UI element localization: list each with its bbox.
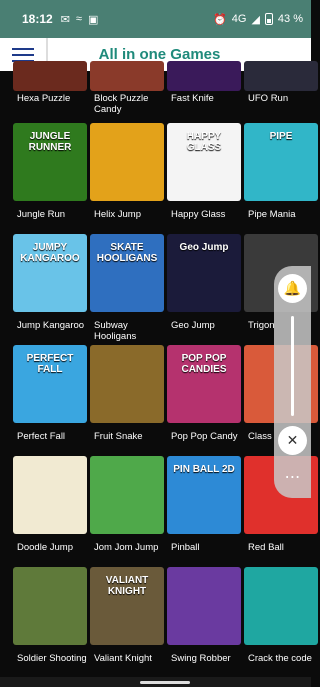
game-label[interactable]: Perfect Fall (17, 431, 93, 442)
status-right: ⏰ 4G ◢ 43 % (213, 13, 303, 26)
message-icon: ✉ (60, 13, 70, 26)
floating-panel: 🔔 ✕ ⋯ (274, 266, 311, 498)
game-art-text: PIN BALL 2D (173, 464, 235, 475)
game-label[interactable]: Jump Kangaroo (17, 320, 93, 331)
game-tile[interactable]: VALIANT KNIGHT (90, 567, 164, 645)
game-tile[interactable] (244, 61, 318, 91)
game-tile[interactable] (90, 61, 164, 91)
game-tile[interactable] (13, 456, 87, 534)
alarm-icon: ⏰ (213, 13, 227, 26)
game-art-text: POP POP CANDIES (181, 353, 227, 375)
slider-track[interactable] (291, 316, 294, 416)
game-label[interactable]: Helix Jump (94, 209, 170, 220)
game-tile[interactable] (244, 567, 318, 645)
game-tile[interactable] (90, 123, 164, 201)
game-tile[interactable]: JUMPY KANGAROO (13, 234, 87, 312)
game-art-text: JUMPY KANGAROO (20, 242, 80, 264)
game-label[interactable]: UFO Run (248, 93, 320, 104)
signal-icon: ◢ (251, 13, 260, 26)
status-time: 18:12 (22, 12, 53, 26)
game-tile[interactable] (90, 345, 164, 423)
game-label[interactable]: Geo Jump (171, 320, 247, 331)
notification-icon: ▣ (87, 13, 99, 26)
game-label[interactable]: Fast Knife (171, 93, 247, 104)
game-art-text: SKATE HOOLIGANS (96, 242, 158, 264)
more-icon[interactable]: ⋯ (278, 462, 307, 491)
battery-percent: 43 % (277, 13, 303, 25)
game-tile[interactable]: PIPE (244, 123, 318, 201)
game-tile[interactable]: Geo Jump (167, 234, 241, 312)
game-tile[interactable] (90, 456, 164, 534)
game-tile[interactable]: PERFECT FALL (13, 345, 87, 423)
game-label[interactable]: Doodle Jump (17, 542, 93, 553)
game-art-text: JUNGLE RUNNER (28, 131, 72, 153)
game-label[interactable]: Pipe Mania (248, 209, 320, 220)
home-indicator[interactable] (140, 681, 190, 684)
game-label[interactable]: Subway Hooligans (94, 320, 170, 342)
game-art-text: Geo Jump (179, 242, 229, 253)
game-tile[interactable] (167, 61, 241, 91)
status-bar: 18:12 ✉ ≈ ▣ ⏰ 4G ◢ 43 % (0, 0, 311, 38)
game-label[interactable]: Block Puzzle Candy (94, 93, 170, 115)
bell-icon[interactable]: 🔔 (278, 274, 307, 303)
game-tile[interactable]: PIN BALL 2D (167, 456, 241, 534)
game-tile[interactable]: JUNGLE RUNNER (13, 123, 87, 201)
game-tile[interactable]: SKATE HOOLIGANS (90, 234, 164, 312)
network-label: 4G (231, 13, 247, 25)
game-label[interactable]: Pinball (171, 542, 247, 553)
mute-icon[interactable]: ✕ (278, 426, 307, 455)
game-art-text: PERFECT FALL (26, 353, 74, 375)
game-label[interactable]: Pop Pop Candy (171, 431, 247, 442)
game-label[interactable]: Jom Jom Jump (94, 542, 170, 553)
game-label[interactable]: Valiant Knight (94, 653, 170, 664)
game-label[interactable]: Happy Glass (171, 209, 247, 220)
game-label[interactable]: Hexa Puzzle (17, 93, 93, 104)
game-art-text: HAPPY GLASS (186, 131, 222, 153)
game-tile[interactable] (13, 61, 87, 91)
game-art-text: PIPE (269, 131, 293, 142)
game-art-text: VALIANT KNIGHT (105, 575, 149, 597)
game-tile[interactable]: HAPPY GLASS (167, 123, 241, 201)
battery-icon (264, 13, 273, 25)
game-tile[interactable] (167, 567, 241, 645)
game-label[interactable]: Soldier Shooting (17, 653, 93, 664)
game-tile[interactable] (13, 567, 87, 645)
game-tile[interactable]: POP POP CANDIES (167, 345, 241, 423)
wifi-icon: ≈ (75, 13, 82, 25)
game-label[interactable]: Swing Robber (171, 653, 247, 664)
game-label[interactable]: Fruit Snake (94, 431, 170, 442)
game-label[interactable]: Jungle Run (17, 209, 93, 220)
game-label[interactable]: Red Ball (248, 542, 320, 553)
game-label[interactable]: Crack the code (248, 653, 320, 664)
